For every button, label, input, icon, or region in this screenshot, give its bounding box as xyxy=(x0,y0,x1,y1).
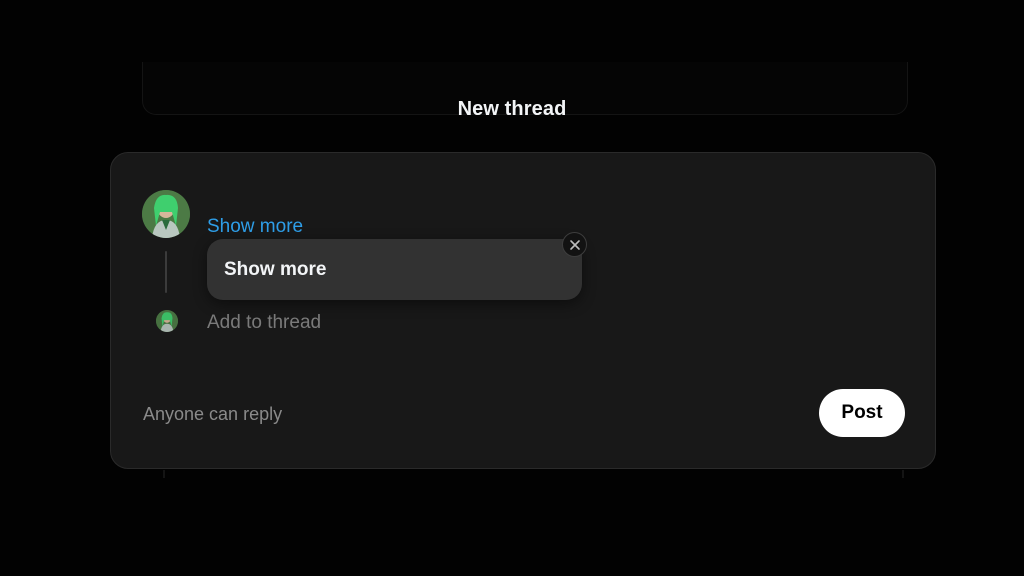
reply-permission-button[interactable]: Anyone can reply xyxy=(143,404,282,425)
divider-line xyxy=(902,470,904,478)
avatar-photo-icon xyxy=(142,190,190,238)
thread-composer-card: Show more Show more Add to thread Anyone… xyxy=(110,152,936,469)
post-button[interactable]: Post xyxy=(819,389,905,437)
show-more-link[interactable]: Show more xyxy=(207,216,303,238)
divider-line xyxy=(163,470,165,478)
thread-connector-line xyxy=(165,251,167,293)
modal-title: New thread xyxy=(457,98,567,120)
add-to-thread-input[interactable]: Add to thread xyxy=(207,312,321,334)
user-avatar-small xyxy=(156,310,178,332)
new-thread-screen: New thread Show more Show more Add to th… xyxy=(0,0,1024,576)
user-avatar[interactable] xyxy=(142,190,190,238)
tooltip-close-button[interactable] xyxy=(562,232,587,257)
close-icon xyxy=(569,239,580,250)
show-more-tooltip: Show more xyxy=(207,239,582,300)
avatar-photo-icon xyxy=(156,310,178,332)
tooltip-text: Show more xyxy=(224,259,327,280)
